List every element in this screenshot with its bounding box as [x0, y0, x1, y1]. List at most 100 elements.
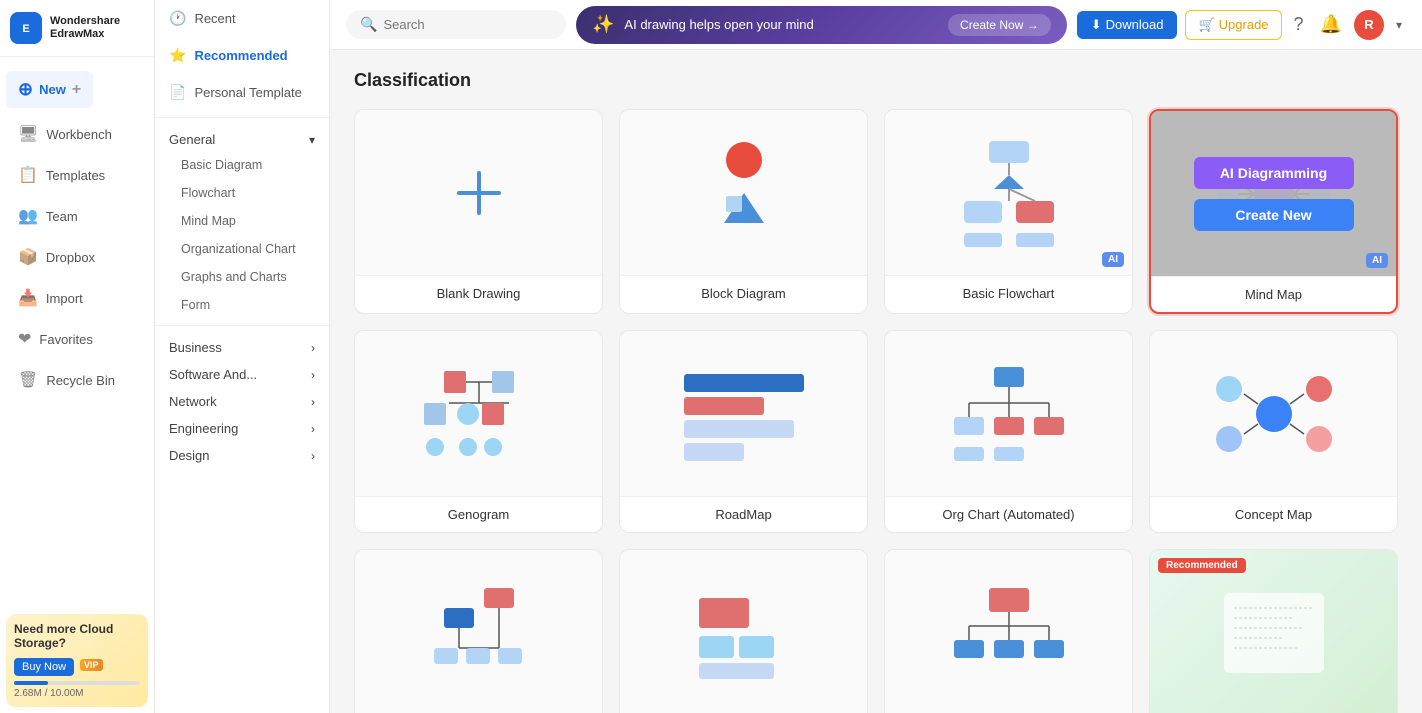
card-block-diagram[interactable]: Block Diagram	[619, 109, 868, 314]
card-basic-flowchart[interactable]: AI Basic Flowchart	[884, 109, 1133, 314]
chevron-right-icon-2: ›	[311, 368, 315, 382]
mid-item-personal-template[interactable]: 📄 Personal Template	[155, 74, 329, 111]
sidebar-item-favorites[interactable]: ❤ Favorites	[6, 319, 148, 359]
favorites-icon: ❤	[18, 329, 31, 349]
sidebar-nav: ⊕ New + 🖥 Workbench 📋 Templates 👥 Team 📦…	[0, 57, 154, 608]
section-general[interactable]: General ▾	[155, 124, 329, 151]
card-label-blank: Blank Drawing	[355, 275, 602, 311]
storage-promo: Need more Cloud Storage? Buy Now VIP 2.6…	[6, 614, 148, 707]
section-design[interactable]: Design ›	[155, 440, 329, 467]
card-image-roadmap	[620, 331, 867, 496]
download-icon: ⬇	[1091, 17, 1102, 33]
storage-bar	[14, 681, 140, 685]
r3c4-preview-icon	[1219, 588, 1329, 678]
card-row3-2[interactable]	[619, 549, 868, 713]
card-image-flowchart: AI	[885, 110, 1132, 275]
ai-banner: ✨ AI drawing helps open your mind Create…	[576, 6, 1067, 44]
user-avatar[interactable]: R	[1354, 10, 1384, 40]
personal-template-icon: 📄	[169, 84, 186, 101]
expand-icon[interactable]: ▾	[1392, 14, 1406, 36]
help-button[interactable]: ?	[1290, 10, 1308, 39]
sub-org-chart[interactable]: Organizational Chart	[155, 235, 329, 263]
card-roadmap[interactable]: RoadMap	[619, 330, 868, 533]
sidebar-item-workbench[interactable]: 🖥 Workbench	[6, 114, 148, 154]
svg-text:E: E	[22, 23, 29, 35]
main-content: 🔍 ✨ AI drawing helps open your mind Crea…	[330, 0, 1422, 713]
r3c2-icon	[679, 578, 809, 688]
sidebar: E Wondershare EdrawMax ⊕ New + 🖥 Workben…	[0, 0, 155, 713]
card-concept-map[interactable]: Concept Map	[1149, 330, 1398, 533]
section-title: Classification	[354, 70, 1398, 91]
block-diagram-icon	[684, 138, 804, 248]
card-row3-1[interactable]	[354, 549, 603, 713]
team-icon: 👥	[18, 206, 38, 226]
card-image-mindmap: AI Diagramming Create New AI	[1151, 111, 1396, 276]
card-image-genogram	[355, 331, 602, 496]
chevron-right-icon-4: ›	[311, 422, 315, 436]
blank-drawing-icon	[449, 163, 509, 223]
ai-tag-flowchart: AI	[1102, 252, 1124, 267]
cart-icon: 🛒	[1198, 17, 1214, 33]
logo-area: E Wondershare EdrawMax	[0, 0, 154, 57]
r3c1-icon	[414, 578, 544, 688]
mid-item-recommended[interactable]: ⭐ Recommended	[155, 37, 329, 74]
grid-area: Classification Blank Drawing	[330, 50, 1422, 713]
create-now-banner-button[interactable]: Create Now →	[948, 14, 1051, 36]
sub-graphs-charts[interactable]: Graphs and Charts	[155, 263, 329, 291]
section-business[interactable]: Business ›	[155, 332, 329, 359]
app-logo-icon: E	[10, 12, 42, 44]
create-new-button[interactable]: Create New	[1194, 199, 1354, 231]
card-image-orgchart	[885, 331, 1132, 496]
section-network[interactable]: Network ›	[155, 386, 329, 413]
upgrade-button[interactable]: 🛒 Upgrade	[1185, 10, 1281, 40]
ai-sparkle-icon: ✨	[592, 14, 614, 35]
dropbox-icon: 📦	[18, 247, 38, 267]
card-org-chart[interactable]: Org Chart (Automated)	[884, 330, 1133, 533]
topbar: 🔍 ✨ AI drawing helps open your mind Crea…	[330, 0, 1422, 50]
mid-divider	[155, 117, 329, 118]
download-button[interactable]: ⬇ Download	[1077, 11, 1178, 39]
search-box[interactable]: 🔍	[346, 10, 566, 39]
sidebar-item-dropbox[interactable]: 📦 Dropbox	[6, 237, 148, 277]
chevron-right-icon-5: ›	[311, 449, 315, 463]
mid-panel: 🕐 Recent ⭐ Recommended 📄 Personal Templa…	[155, 0, 330, 713]
recommended-tag: Recommended	[1158, 558, 1246, 573]
card-mind-map[interactable]: AI Diagramming Create New AI Mind Map	[1149, 109, 1398, 314]
card-row3-3[interactable]	[884, 549, 1133, 713]
ai-diagramming-button[interactable]: AI Diagramming	[1194, 157, 1354, 189]
sub-mind-map[interactable]: Mind Map	[155, 207, 329, 235]
topbar-actions: ⬇ Download 🛒 Upgrade ? 🔔 R ▾	[1077, 10, 1406, 40]
sidebar-item-team[interactable]: 👥 Team	[6, 196, 148, 236]
buy-now-button[interactable]: Buy Now	[14, 658, 74, 676]
sub-flowchart[interactable]: Flowchart	[155, 179, 329, 207]
mid-item-recent[interactable]: 🕐 Recent	[155, 0, 329, 37]
card-image-conceptmap	[1150, 331, 1397, 496]
sidebar-item-import[interactable]: 📥 Import	[6, 278, 148, 318]
conceptmap-icon	[1209, 359, 1339, 469]
cards-grid: Blank Drawing Block Diagram	[354, 109, 1398, 713]
genogram-icon	[414, 359, 544, 469]
notifications-button[interactable]: 🔔	[1316, 10, 1346, 39]
recommended-icon: ⭐	[169, 47, 186, 64]
sub-form[interactable]: Form	[155, 291, 329, 319]
chevron-down-icon: ▾	[309, 133, 315, 147]
plus-secondary-icon: +	[72, 81, 81, 99]
r3c3-icon	[944, 578, 1074, 688]
card-image-r3c2	[620, 550, 867, 713]
chevron-right-icon-3: ›	[311, 395, 315, 409]
card-genogram[interactable]: Genogram	[354, 330, 603, 533]
card-blank-drawing[interactable]: Blank Drawing	[354, 109, 603, 314]
search-icon: 🔍	[360, 16, 377, 33]
sidebar-item-recycle-bin[interactable]: 🗑 Recycle Bin	[6, 360, 148, 400]
ai-tag-mindmap: AI	[1366, 253, 1388, 268]
new-button[interactable]: ⊕ New +	[6, 71, 93, 108]
section-engineering[interactable]: Engineering ›	[155, 413, 329, 440]
sub-basic-diagram[interactable]: Basic Diagram	[155, 151, 329, 179]
search-input[interactable]	[383, 17, 552, 32]
sidebar-item-templates[interactable]: 📋 Templates	[6, 155, 148, 195]
section-software[interactable]: Software And... ›	[155, 359, 329, 386]
flowchart-icon	[944, 133, 1074, 253]
roadmap-icon	[674, 359, 814, 469]
card-row3-4[interactable]: Recommended	[1149, 549, 1398, 713]
chevron-right-icon: ›	[311, 341, 315, 355]
